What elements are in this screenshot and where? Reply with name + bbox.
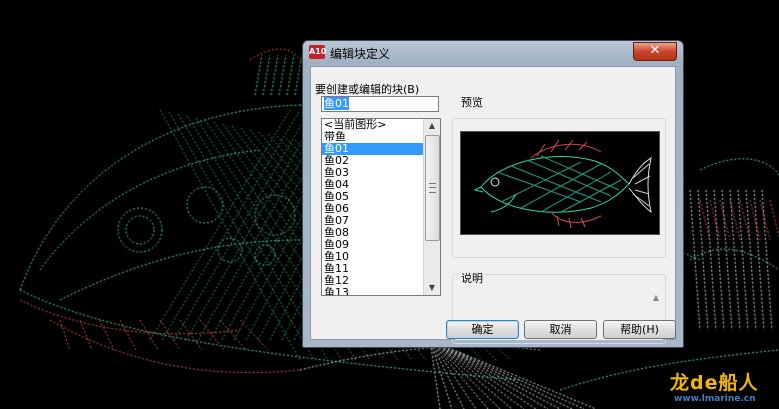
fish-preview-image [473, 139, 652, 229]
description-label: 说明 [459, 270, 485, 286]
block-list-scrollbar[interactable]: ▲ ▼ [423, 119, 440, 295]
close-icon: ✕ [649, 43, 661, 58]
scrollbar-thumb[interactable] [425, 135, 440, 241]
block-preview [460, 131, 660, 235]
autocad-app-icon: A10 [309, 45, 326, 59]
block-list-items: <当前图形> 带鱼 鱼01 鱼02 鱼03 鱼04 鱼05 鱼06 鱼07 鱼08 鱼09 鱼10 鱼1… [322, 119, 423, 296]
scroll-up-arrow-icon[interactable]: ▲ [424, 119, 440, 133]
block-name-label: 要创建或编辑的块(B) [315, 83, 420, 96]
grip-icon [429, 183, 436, 193]
dialog-title: 编辑块定义 [330, 47, 391, 61]
watermark-url: www.lmarine.cn [674, 394, 756, 404]
block-name-input[interactable]: 鱼01 [321, 96, 439, 112]
close-button[interactable]: ✕ [633, 42, 677, 61]
watermark-brand: 龙de船人 [670, 372, 759, 394]
edit-block-definition-dialog: A10 编辑块定义 ✕ 要创建或编辑的块(B) 鱼01 <当前图形> 带鱼 鱼01 鱼… [302, 40, 684, 348]
dialog-titlebar[interactable]: A10 编辑块定义 ✕ [303, 41, 683, 65]
preview-group [452, 118, 666, 258]
scroll-down-arrow-icon[interactable]: ▼ [424, 281, 440, 295]
scroll-up-arrow-icon[interactable]: ▲ [649, 293, 663, 302]
preview-label: 预览 [459, 94, 485, 110]
dialog-client-area: 要创建或编辑的块(B) 鱼01 <当前图形> 带鱼 鱼01 鱼02 鱼03 鱼04 鱼05 鱼… [310, 66, 676, 344]
ok-button[interactable]: 确定 [446, 320, 519, 339]
block-name-value: 鱼01 [324, 97, 349, 110]
help-button[interactable]: 帮助(H) [603, 320, 676, 339]
block-list[interactable]: <当前图形> 带鱼 鱼01 鱼02 鱼03 鱼04 鱼05 鱼06 鱼07 鱼08 鱼09 鱼10 鱼1… [321, 118, 441, 296]
block-list-item[interactable]: 鱼13 [322, 287, 423, 296]
watermark-logo: 龙de船人 www.lmarine.cn [670, 368, 778, 408]
cancel-button[interactable]: 取消 [524, 320, 597, 339]
